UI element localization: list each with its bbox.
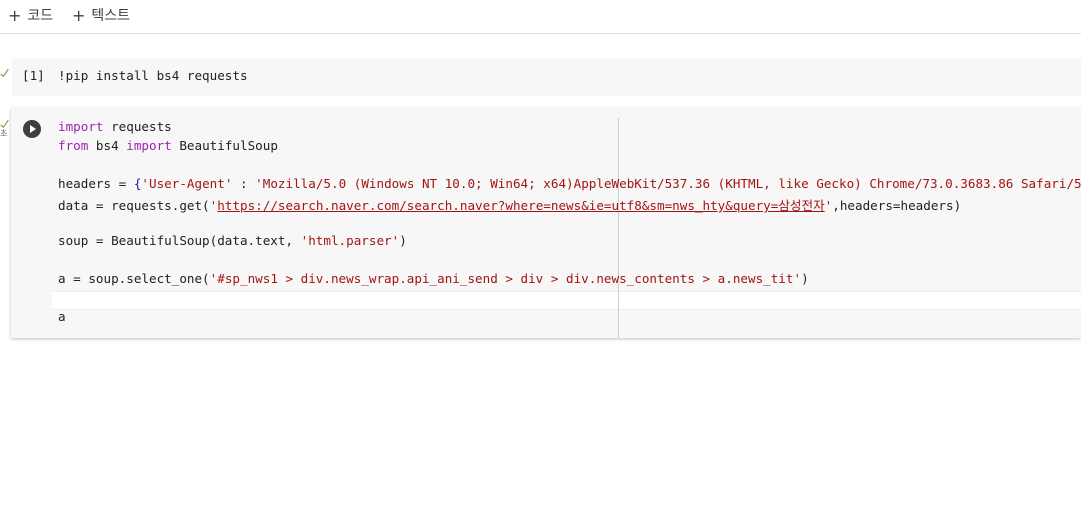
cell-side-label: 초	[0, 129, 8, 138]
execution-success-check-icon	[0, 118, 9, 128]
code-line-9: a = soup.select_one('#sp_nws1 > div.news…	[58, 271, 809, 286]
url-link[interactable]: https://search.naver.com/search.naver?wh…	[217, 198, 824, 213]
execution-success-check-icon	[0, 67, 9, 77]
code-line-7: soup = BeautifulSoup(data.text, 'html.pa…	[58, 233, 407, 248]
add-text-label: 텍스트	[91, 8, 131, 24]
active-line-highlight	[52, 291, 1081, 310]
add-code-label: 코드	[27, 8, 54, 24]
add-text-button[interactable]: + 텍스트	[72, 4, 130, 26]
cell-code[interactable]: !pip install bs4 requests	[58, 68, 248, 83]
plus-icon: +	[72, 5, 86, 25]
plus-icon: +	[8, 5, 22, 25]
code-line-5: data = requests.get('https://search.nave…	[58, 198, 962, 213]
code-line-1: import requests	[58, 119, 172, 134]
run-cell-button[interactable]	[23, 120, 41, 138]
code-line-11: a	[58, 309, 66, 324]
code-line-2: from bs4 import BeautifulSoup	[58, 138, 278, 153]
notebook-toolbar: + 코드 + 텍스트	[0, 0, 1081, 34]
code-line-4: headers = {'User-Agent' : 'Mozilla/5.0 (…	[58, 176, 1081, 191]
add-code-button[interactable]: + 코드	[8, 4, 53, 26]
execution-count: [1]	[22, 68, 45, 83]
editor-ruler	[618, 118, 619, 338]
